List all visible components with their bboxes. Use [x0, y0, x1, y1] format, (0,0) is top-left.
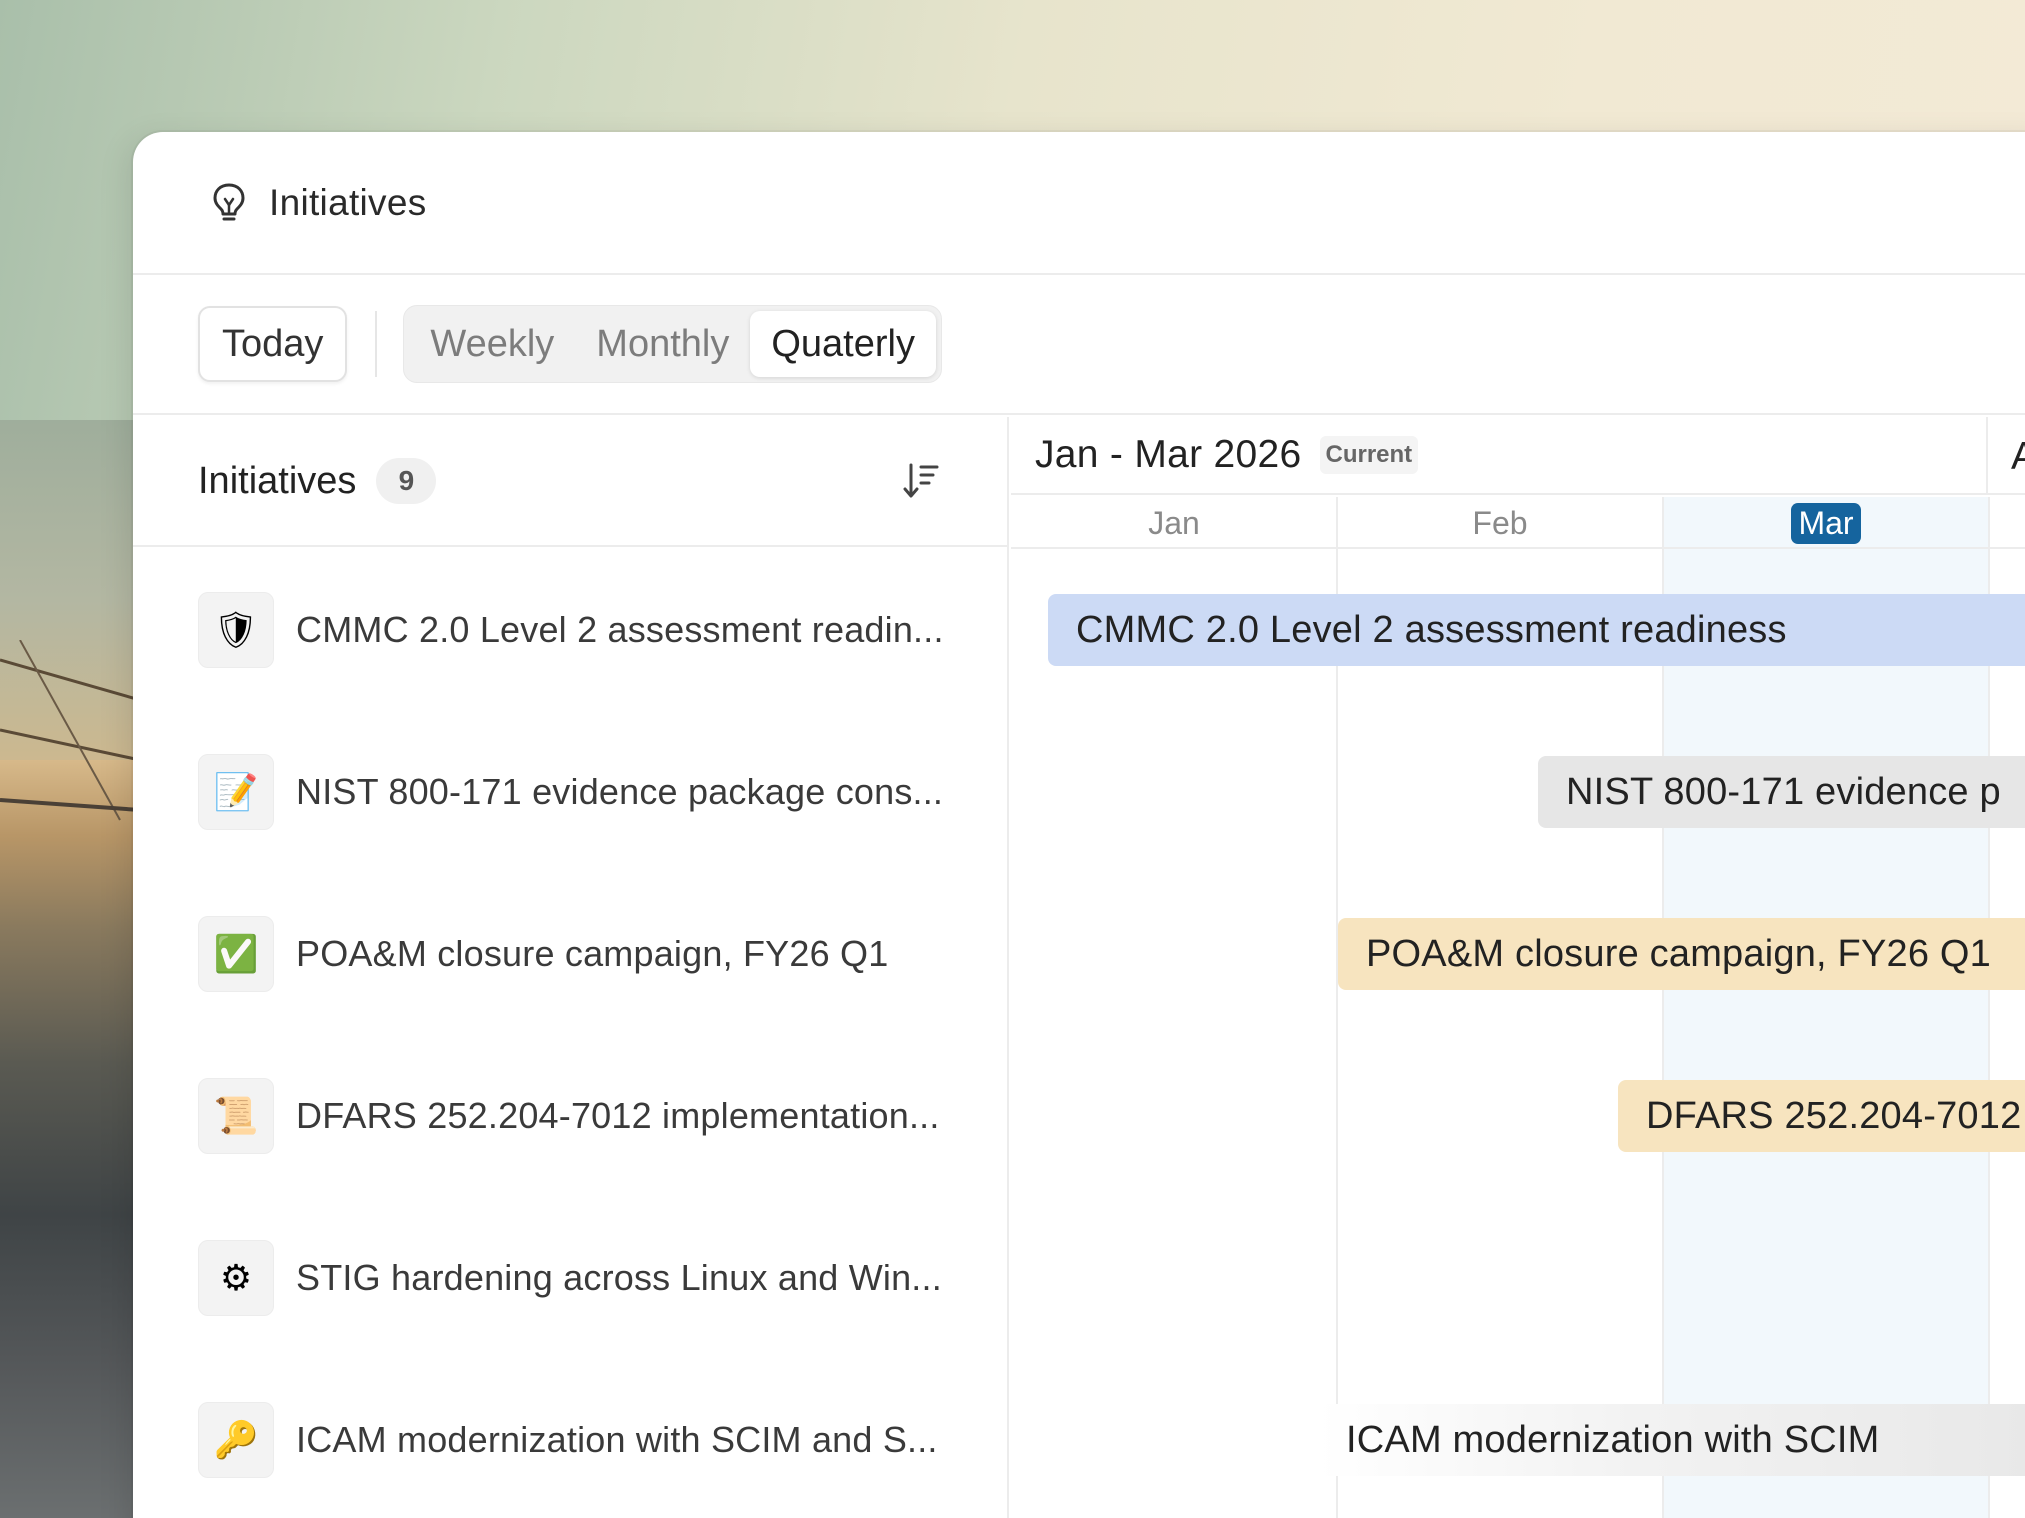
list-item-label: POA&M closure campaign, FY26 Q1 [296, 933, 889, 974]
list-item[interactable]: 🛡 CMMC 2.0 Level 2 assessment readin... [133, 549, 1007, 711]
month-feb: Feb [1472, 504, 1528, 541]
check-mark-icon: ✅ [198, 916, 274, 992]
list-item-label: NIST 800-171 evidence package cons... [296, 771, 944, 812]
key-icon: 🔑 [198, 1402, 274, 1478]
timeline-bar[interactable]: ICAM modernization with SCIM [1318, 1404, 2025, 1476]
list-item[interactable]: 🔑 ICAM modernization with SCIM and S... [133, 1359, 1007, 1518]
today-button[interactable]: Today [198, 306, 348, 382]
view-weekly-tab[interactable]: Weekly [409, 311, 575, 377]
toolbar-divider [375, 311, 378, 377]
list-item[interactable]: 📝 NIST 800-171 evidence package cons... [133, 711, 1007, 873]
list-item-label: CMMC 2.0 Level 2 assessment readin... [296, 609, 944, 650]
month-mar: Mar [1663, 497, 1989, 549]
window-title: Initiatives [269, 181, 427, 223]
toolbar: Today Weekly Monthly Quaterly [133, 275, 2025, 415]
month-header: Jan Feb Mar [1011, 497, 2025, 549]
list-header: Initiatives 9 [133, 417, 1007, 547]
list-item-label: ICAM modernization with SCIM and S... [296, 1419, 938, 1460]
timeline-pane: Jan - Mar 2026 Current A Jan Feb Mar CMM… [1011, 417, 2025, 1518]
list-item[interactable]: 📜 DFARS 252.204-7012 implementation... [133, 1035, 1007, 1197]
timeline-bar[interactable]: NIST 800-171 evidence p [1538, 756, 2025, 828]
shield-icon: 🛡 [198, 592, 274, 668]
gear-icon: ⚙ [198, 1240, 274, 1316]
app-window: Initiatives Today Weekly Monthly Quaterl… [133, 132, 2025, 1518]
list-item[interactable]: ⚙ STIG hardening across Linux and Win... [133, 1197, 1007, 1359]
period-title: Jan - Mar 2026 [1035, 433, 1302, 476]
current-period-tag: Current [1319, 436, 1419, 474]
period-header: Jan - Mar 2026 Current A [1011, 417, 2025, 495]
current-month-badge: Mar [1791, 502, 1861, 544]
month-jan: Jan [1148, 504, 1200, 541]
initiative-rows: 🛡 CMMC 2.0 Level 2 assessment readin... … [133, 549, 1007, 1518]
list-title: Initiatives [198, 459, 357, 502]
memo-icon: 📝 [198, 754, 274, 830]
background-rigging [0, 640, 140, 821]
timeline-bar[interactable]: POA&M closure campaign, FY26 Q1 [1338, 918, 2025, 990]
list-item-label: STIG hardening across Linux and Win... [296, 1257, 942, 1298]
timeline-bar[interactable]: CMMC 2.0 Level 2 assessment readiness [1048, 594, 2025, 666]
title-bar: Initiatives [133, 132, 2025, 275]
list-item[interactable]: ✅ POA&M closure campaign, FY26 Q1 [133, 873, 1007, 1035]
view-switcher: Weekly Monthly Quaterly [403, 305, 942, 383]
sort-icon[interactable] [901, 461, 941, 501]
scroll-icon: 📜 [198, 1078, 274, 1154]
view-monthly-tab[interactable]: Monthly [575, 311, 750, 377]
lightbulb-icon [213, 183, 245, 220]
timeline-bar[interactable]: DFARS 252.204-7012 [1618, 1080, 2025, 1152]
initiatives-list-pane: Initiatives 9 🛡 CMMC 2.0 Level 2 assessm… [133, 417, 1009, 1518]
list-item-label: DFARS 252.204-7012 implementation... [296, 1095, 940, 1136]
next-period-divider [1986, 417, 1988, 495]
count-badge: 9 [376, 458, 437, 504]
content-area: Initiatives 9 🛡 CMMC 2.0 Level 2 assessm… [133, 417, 2025, 1518]
view-quarterly-tab[interactable]: Quaterly [750, 311, 936, 377]
next-period-title: A [2011, 435, 2025, 478]
